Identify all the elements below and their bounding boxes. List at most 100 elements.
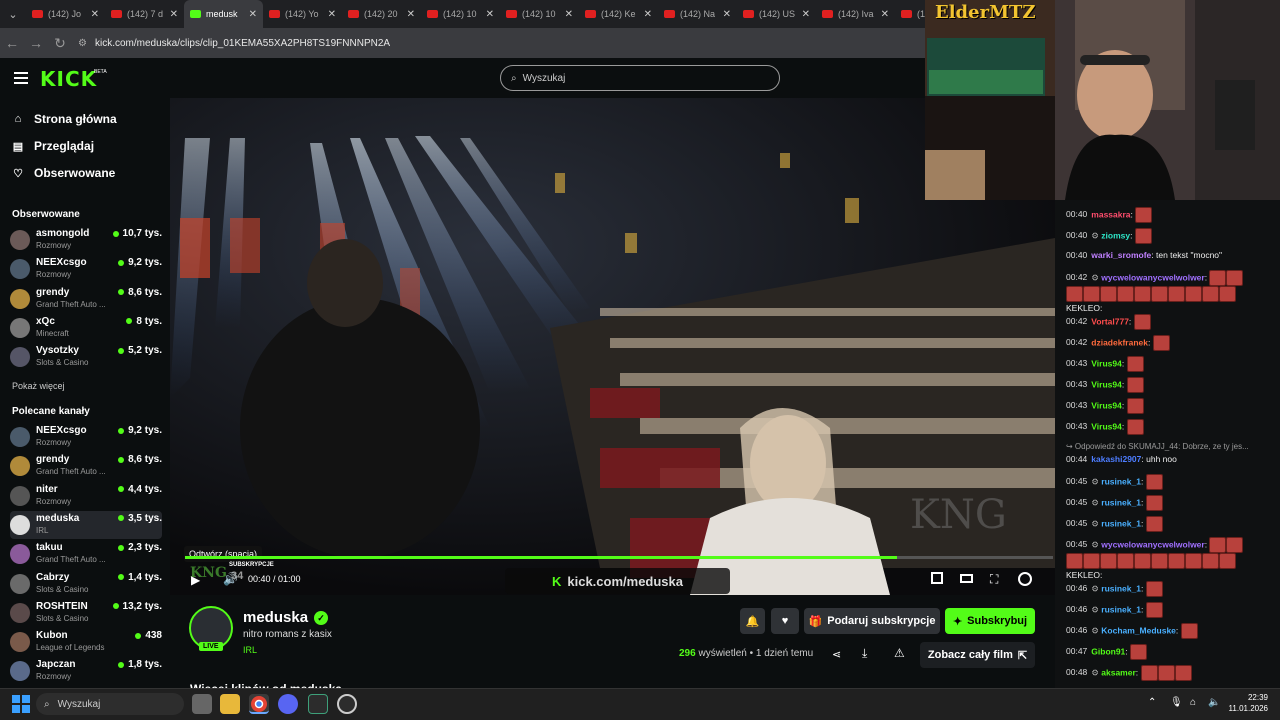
close-tab-icon[interactable]: ✕ [723,9,731,20]
play-icon[interactable]: ▶ [191,573,200,587]
fullscreen-icon[interactable]: ⛶ [990,572,998,587]
sidebar-channel-grendy[interactable]: grendy Grand Theft Auto ... 8,6 tys. [10,285,162,313]
close-tab-icon[interactable]: ✕ [91,9,99,20]
discord-icon[interactable] [278,694,298,714]
report-icon[interactable]: ⚠ [894,646,905,660]
chat-username[interactable]: rusinek_1 [1101,518,1141,528]
tab-list-icon[interactable]: ⌄ [0,8,26,21]
chat-username[interactable]: rusinek_1 [1101,476,1141,486]
chat-username[interactable]: ziomsy [1101,230,1130,240]
download-icon[interactable]: ⤓ [862,646,867,661]
sidebar-channel-vysotzky[interactable]: Vysotzky Slots & Casino 5,2 tys. [10,343,162,371]
microphone-icon[interactable]: 🎙 [1170,697,1183,708]
taskbar-search[interactable]: ⌕ Wyszukaj [36,693,184,715]
channel-name[interactable]: meduska ✓ [243,609,329,626]
sidebar-channel-japczan[interactable]: Japczan Rozmowy 1,8 tys. [10,657,162,685]
sidebar-channel-kubon[interactable]: Kubon League of Legends 438 [10,628,162,656]
taskbar-clock[interactable]: 22:39 11.01.2026 [1229,692,1268,714]
browser-tab[interactable]: (142) Iva ✕ [816,0,895,28]
close-tab-icon[interactable]: ✕ [802,9,810,20]
show-more-link[interactable]: Pokaż więcej [12,381,65,391]
sidebar-channel-neexcsgo[interactable]: NEEXcsgo Rozmowy 9,2 tys. [10,423,162,451]
file-explorer-icon[interactable] [220,694,240,714]
sidebar-channel-takuu[interactable]: takuu Grand Theft Auto ... 2,3 tys. [10,540,162,568]
chat-username[interactable]: dziadekfranek [1091,337,1148,347]
miniplayer-icon[interactable] [931,572,943,584]
browser-tab[interactable]: medusk ✕ [184,0,263,28]
video-progress-bar[interactable] [185,556,1053,559]
chat-username[interactable]: Virus94 [1091,400,1122,410]
close-tab-icon[interactable]: ✕ [328,9,336,20]
browser-tab[interactable]: (142) 10 ✕ [500,0,579,28]
chat-username[interactable]: aksamer [1101,667,1136,677]
terminal-icon[interactable] [308,694,328,714]
search-input[interactable]: ⌕ Wyszukaj [500,65,780,91]
chat-username[interactable]: rusinek_1 [1101,497,1141,507]
browser-tab[interactable]: (142) Ke ✕ [579,0,658,28]
browser-tab[interactable]: (142) Jo ✕ [26,0,105,28]
sidebar-channel-roshtein[interactable]: ROSHTEIN Slots & Casino 13,2 tys. [10,599,162,627]
follow-button[interactable]: ♥ [771,608,799,634]
sidebar-nav-following[interactable]: ♡ Obserwowane [12,166,115,180]
chrome-icon[interactable] [249,694,269,714]
sidebar-channel-grendy[interactable]: grendy Grand Theft Auto ... 8,6 tys. [10,452,162,480]
close-tab-icon[interactable]: ✕ [170,9,178,20]
chat-username[interactable]: Virus94 [1091,358,1122,368]
windows-start-icon[interactable] [12,695,30,713]
volume-icon[interactable]: 🔊 [223,572,238,586]
chat-username[interactable]: wycwelowanycwelwolwer [1101,272,1204,282]
close-tab-icon[interactable]: ✕ [881,9,889,20]
chat-username[interactable]: Kocham_Meduske [1101,625,1176,635]
url-field[interactable]: ⚙ kick.com/meduska/clips/clip_01KEMA55XA… [78,38,390,49]
forward-icon[interactable]: → [24,35,48,51]
chat-username[interactable]: wycwelowanycwelwolwer [1101,539,1204,549]
sidebar-channel-niter[interactable]: niter Rozmowy 4,4 tys. [10,482,162,510]
watch-full-video-button[interactable]: Zobacz cały film ⇱ [920,642,1035,668]
close-tab-icon[interactable]: ✕ [565,9,573,20]
task-view-icon[interactable] [192,694,212,714]
menu-icon[interactable] [14,72,28,87]
browser-tab[interactable]: (142) 7 d ✕ [105,0,184,28]
notification-bell-button[interactable]: 🔔 [740,608,765,634]
sidebar-channel-meduska[interactable]: meduska IRL 3,5 tys. [10,510,162,539]
sidebar-nav-browse[interactable]: ▤ Przeglądaj [12,139,94,153]
gift-subs-button[interactable]: 🎁 Podaruj subskrypcje [804,608,940,634]
chat-username[interactable]: kakashi2907 [1091,454,1141,464]
volume-tray-icon[interactable]: 🔈 [1208,697,1220,708]
sidebar-channel-xqc[interactable]: xQc Minecraft 8 tys. [10,314,162,342]
reload-icon[interactable]: ↻ [48,35,72,52]
chat-username[interactable]: Virus94 [1091,379,1122,389]
close-tab-icon[interactable]: ✕ [644,9,652,20]
chat-username[interactable]: Virus94 [1091,421,1122,431]
browser-tab[interactable]: (142) Yo ✕ [263,0,342,28]
back-icon[interactable]: ← [0,35,24,51]
obs-icon[interactable] [337,694,357,714]
chat-username[interactable]: warki_sromofe [1091,250,1151,260]
browser-tab[interactable]: (142) 10 ✕ [421,0,500,28]
site-info-icon[interactable]: ⚙ [78,38,87,49]
subscribe-button[interactable]: ✦ Subskrybuj [945,608,1035,634]
clip-category[interactable]: IRL [243,645,257,655]
browser-tab[interactable]: (142) Na ✕ [658,0,737,28]
chat-username[interactable]: rusinek_1 [1101,583,1141,593]
video-player[interactable]: KNG [170,98,1055,595]
network-icon[interactable]: ⌂ [1190,697,1196,708]
close-tab-icon[interactable]: ✕ [486,9,494,20]
theater-icon[interactable] [960,574,973,583]
close-tab-icon[interactable]: ✕ [249,9,257,20]
sidebar-channel-cabrzy[interactable]: Cabrzy Slots & Casino 1,4 tys. [10,570,162,598]
kick-logo[interactable]: KICK [40,67,97,91]
tray-chevron-icon[interactable]: ⌃ [1148,697,1156,708]
browser-tab[interactable]: (142) 20 ✕ [342,0,421,28]
chat-username[interactable]: rusinek_1 [1101,604,1141,614]
chat-username[interactable]: Gibon91 [1091,646,1125,656]
chat-username[interactable]: Vortal777 [1091,316,1129,326]
sidebar-channel-asmongold[interactable]: asmongold Rozmowy 10,7 tys. [10,226,162,254]
sidebar-nav-home[interactable]: ⌂ Strona główna [12,112,117,126]
share-icon[interactable]: ⋖ [832,648,841,661]
settings-icon[interactable] [1018,572,1032,586]
close-tab-icon[interactable]: ✕ [407,9,415,20]
chat-username[interactable]: massakra [1091,209,1130,219]
browser-tab[interactable]: (142) US ✕ [737,0,816,28]
sidebar-channel-neexcsgo[interactable]: NEEXcsgo Rozmowy 9,2 tys. [10,255,162,283]
